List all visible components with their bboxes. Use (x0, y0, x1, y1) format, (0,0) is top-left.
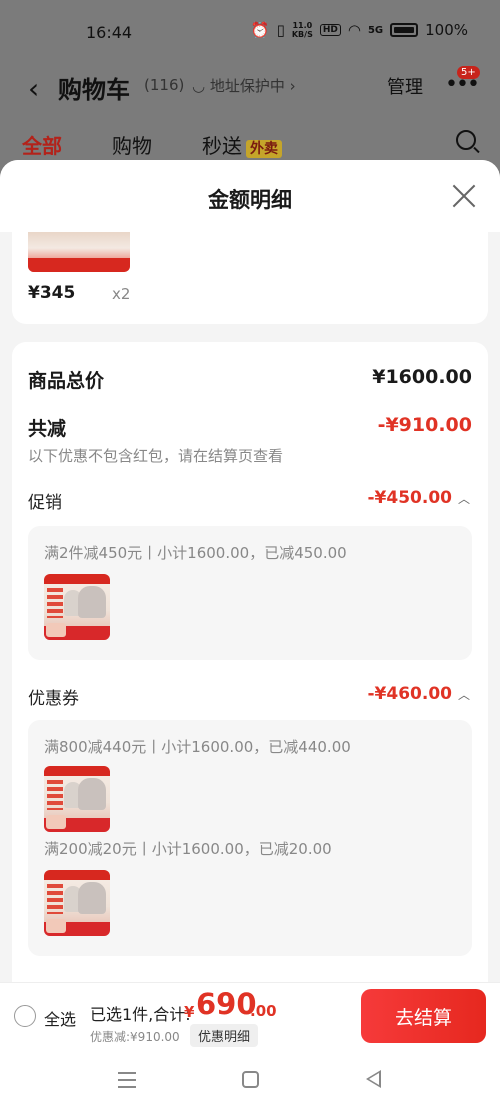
sheet-header: 金额明细 (0, 160, 500, 232)
page-title: 购物车 (58, 76, 130, 104)
promotion-detail-box: 满2件减450元丨小计1600.00，已减450.00 (28, 526, 472, 660)
coupon-row[interactable]: 优惠券 -¥460.00 ︿ (28, 684, 472, 709)
tab-instant-delivery[interactable]: 秒送 外卖 (202, 130, 282, 159)
coupon-detail-box: 满800减440元丨小计1600.00，已减440.00 满200减20元丨小计… (28, 720, 472, 956)
total-amount-decimal: .00 (250, 1002, 277, 1020)
checkout-bar: 全选 已选1件,合计: ¥ 690 .00 优惠减:¥910.00 优惠明细 去… (0, 982, 500, 1050)
reduce-label: 共减 (28, 418, 67, 440)
total-row: 商品总价 ¥1600.00 (28, 366, 472, 393)
selection-summary: 已选1件,合计: (90, 1005, 191, 1024)
menu-icon[interactable] (118, 1072, 136, 1088)
sheet-title: 金额明细 (208, 188, 292, 212)
notification-badge: 5+ (457, 66, 480, 79)
checkout-button[interactable]: 去结算 (361, 989, 486, 1043)
back-icon[interactable]: ‹ (28, 72, 39, 105)
status-icons: ⏰ ▯ 11.0 KB/S HD ◠ 5G 100% (251, 21, 468, 39)
coupon-value: -¥460.00 (367, 684, 453, 704)
reduce-row: 共减 -¥910.00 以下优惠不包含红包，请在结算页查看 (28, 414, 472, 466)
battery-icon (390, 23, 419, 37)
vibrate-icon: ▯ (276, 21, 285, 39)
select-all-label[interactable]: 全选 (44, 1006, 76, 1030)
total-value: ¥1600.00 (372, 366, 472, 388)
tab-all[interactable]: 全部 (22, 130, 62, 167)
wifi-icon: ◠ (347, 21, 361, 39)
reduce-note: 以下优惠不包含红包，请在结算页查看 (28, 447, 284, 465)
chevron-up-icon[interactable]: ︿ (458, 686, 470, 703)
system-nav-bar (0, 1050, 500, 1111)
battery-level: 100% (425, 21, 468, 39)
search-icon[interactable] (456, 130, 476, 150)
item-price: ¥345 (28, 283, 76, 303)
net-speed: 11.0 KB/S (291, 21, 313, 39)
total-label: 商品总价 (28, 370, 105, 392)
tab-shopping[interactable]: 购物 (112, 130, 152, 159)
promotion-rule: 满2件减450元丨小计1600.00，已减450.00 (44, 544, 347, 562)
coupon-rule: 满200减20元丨小计1600.00，已减20.00 (44, 840, 332, 858)
cart-count: (116) (144, 76, 185, 94)
total-currency: ¥ (184, 1003, 195, 1021)
coupon-label: 优惠券 (28, 689, 79, 709)
status-time: 16:44 (86, 23, 133, 42)
product-thumbnail[interactable] (44, 574, 110, 640)
back-nav-icon[interactable] (366, 1070, 381, 1088)
home-icon[interactable] (242, 1071, 259, 1088)
cart-header: ‹ 购物车 (116) ◡ 地址保护中 › 管理 ••• 5+ 全部 购物 秒送… (0, 64, 500, 167)
promotion-value: -¥450.00 (367, 488, 453, 508)
product-thumbnail[interactable] (44, 766, 110, 832)
discount-detail-button[interactable]: 优惠明细 (190, 1024, 259, 1047)
amount-breakdown-card: 商品总价 ¥1600.00 共减 -¥910.00 以下优惠不包含红包，请在结算… (12, 342, 488, 982)
promotion-label: 促销 (28, 493, 62, 513)
promotion-row[interactable]: 促销 -¥450.00 ︿ (28, 488, 472, 513)
alarm-icon: ⏰ (250, 21, 270, 39)
product-thumbnail[interactable] (44, 870, 110, 936)
select-all-checkbox[interactable] (14, 1005, 36, 1027)
takeout-tag: 外卖 (246, 140, 282, 158)
close-icon[interactable] (452, 184, 476, 208)
status-bar: 16:44 ⏰ ▯ 11.0 KB/S HD ◠ 5G 100% (0, 0, 500, 64)
discount-amount: 优惠减:¥910.00 (90, 1030, 180, 1044)
reduce-value: -¥910.00 (377, 414, 472, 436)
address-protection[interactable]: ◡ 地址保护中 › (192, 75, 296, 96)
hd-icon: HD (319, 24, 341, 36)
amount-detail-sheet: 金额明细 ¥345 x2 商品总价 ¥1600.00 共减 -¥910.00 以… (0, 160, 500, 982)
selected-item-card: ¥345 x2 (12, 232, 488, 324)
signal-5g-icon: 5G (367, 24, 384, 36)
product-thumbnail[interactable] (28, 232, 130, 272)
item-quantity: x2 (112, 285, 131, 303)
cart-tabs: 全部 购物 秒送 外卖 (22, 130, 282, 167)
coupon-rule: 满800减440元丨小计1600.00，已减440.00 (44, 738, 351, 756)
manage-button[interactable]: 管理 (387, 73, 423, 99)
chevron-up-icon[interactable]: ︿ (458, 490, 470, 507)
total-amount: 690 (196, 987, 257, 1021)
